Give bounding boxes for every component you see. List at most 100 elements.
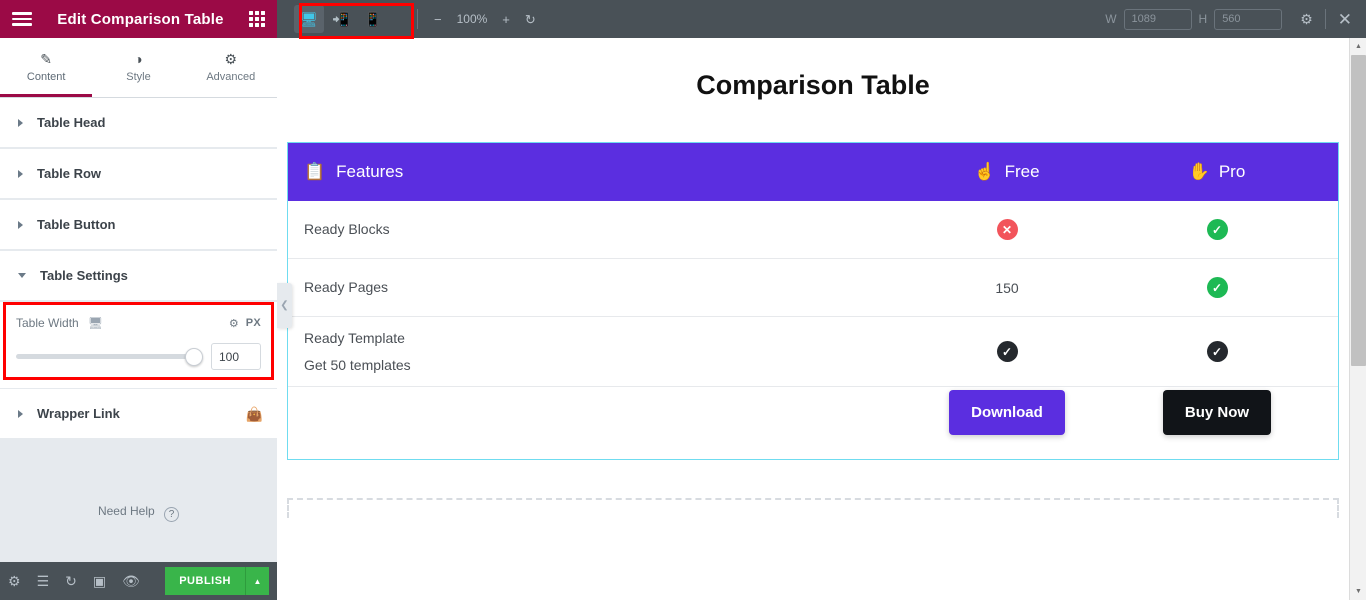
table-header-free: ☝ Free [902, 162, 1112, 182]
contrast-icon: ◑ [134, 52, 142, 66]
row-feature-sublabel: Get 50 templates [304, 352, 902, 379]
download-button[interactable]: Download [949, 390, 1065, 435]
row-pro-cell: ✓ [1112, 341, 1322, 362]
row-free-cell: ✓ [902, 341, 1112, 362]
table-button-row: Download Buy Now [288, 387, 1338, 459]
gear-icon[interactable]: ⚙ [1300, 12, 1313, 26]
scrollbar-thumb[interactable] [1351, 55, 1366, 366]
panel-collapse-handle[interactable]: ❮ [277, 283, 292, 328]
clipboard-list-icon: 📋 [304, 162, 325, 182]
row-feature-label: Ready Template [304, 325, 902, 352]
table-width-label: Table Width [16, 316, 79, 330]
question-circle-icon[interactable]: ? [164, 507, 179, 522]
width-input[interactable]: 1089 [1124, 9, 1192, 30]
tab-style[interactable]: ◑ Style [92, 38, 184, 97]
slider-handle[interactable] [185, 348, 203, 366]
minus-icon[interactable]: − [434, 13, 442, 26]
desktop-icon[interactable]: 🖥 [294, 5, 324, 33]
preview-eye-icon[interactable]: 👁 [122, 574, 140, 588]
chevron-left-icon: ❮ [280, 300, 288, 311]
slider-track [16, 354, 201, 359]
settings-gear-icon[interactable]: ⚙ [8, 574, 21, 588]
publish-group: PUBLISH ▲ [165, 567, 269, 595]
panel-tabs: ✎ Content ◑ Style ⚙ Advanced [0, 38, 277, 98]
table-header-pro: ✋ Pro [1112, 162, 1322, 182]
toolbar-divider [1325, 9, 1326, 29]
row-free-cell: ✕ [902, 219, 1112, 240]
close-x-icon[interactable]: ✕ [1338, 11, 1352, 28]
table-row: Ready Pages 150 ✓ [288, 259, 1338, 317]
section-table-button[interactable]: Table Button [0, 200, 277, 250]
panel-header: Edit Comparison Table [0, 0, 277, 38]
responsive-preview-icon[interactable]: ▣ [93, 574, 106, 588]
table-width-slider[interactable] [16, 348, 201, 366]
buy-now-button[interactable]: Buy Now [1163, 390, 1271, 435]
chevron-right-icon [18, 119, 23, 127]
table-row: Ready Blocks ✕ ✓ [288, 201, 1338, 259]
check-circle-icon: ✓ [1207, 277, 1228, 298]
row-feature-label: Ready Blocks [304, 216, 902, 243]
section-label: Wrapper Link [37, 406, 246, 421]
panel-footer: ⚙ ☰ ↻ ▣ 👁 PUBLISH ▲ [0, 562, 277, 600]
chevron-down-icon [18, 273, 26, 278]
section-label: Table Button [37, 217, 263, 232]
pro-crown-icon: 👜 [246, 407, 263, 421]
tab-advanced[interactable]: ⚙ Advanced [185, 38, 277, 97]
pointing-hand-icon: ☝ [974, 162, 995, 182]
height-input[interactable]: 560 [1214, 9, 1282, 30]
tab-content-label: Content [27, 71, 66, 83]
dynamic-tag-icon[interactable]: ⚙ [229, 317, 239, 330]
grid-apps-icon[interactable] [249, 11, 265, 27]
row-free-cell: 150 [902, 280, 1112, 296]
editor-sidebar-panel: Edit Comparison Table ✎ Content ◑ Style … [0, 0, 277, 600]
zoom-controls: − 100% + ↻ [434, 12, 536, 26]
page-title: Edit Comparison Table [32, 11, 249, 28]
row-feature-block: Ready Template Get 50 templates [304, 325, 902, 378]
comparison-table-widget[interactable]: 📋 Features ☝ Free ✋ Pro Ready Blocks ✕ [287, 142, 1339, 460]
desktop-icon[interactable]: 🖥 [88, 317, 103, 329]
plus-icon[interactable]: + [502, 13, 510, 26]
section-label: Table Head [37, 115, 263, 130]
editor-topbar: 🖥 📲 📱 − 100% + ↻ W 1089 H 560 ⚙ ✕ [277, 0, 1366, 38]
row-pro-cell: ✓ [1112, 277, 1322, 298]
publish-button[interactable]: PUBLISH [165, 567, 245, 595]
section-table-settings[interactable]: Table Settings [0, 251, 277, 301]
need-help[interactable]: Need Help ? [0, 440, 277, 522]
table-header-pro-label: Pro [1219, 162, 1245, 182]
tablet-icon[interactable]: 📲 [326, 5, 356, 33]
row-pro-cell: ✓ [1112, 219, 1322, 240]
table-row: Ready Template Get 50 templates ✓ ✓ [288, 317, 1338, 387]
section-wrapper-link[interactable]: Wrapper Link 👜 [0, 389, 277, 439]
check-circle-dark-icon: ✓ [997, 341, 1018, 362]
check-circle-dark-icon: ✓ [1207, 341, 1228, 362]
table-width-slider-row: 100 [16, 343, 261, 370]
section-table-row[interactable]: Table Row [0, 149, 277, 199]
scroll-down-arrow-icon[interactable]: ▼ [1350, 583, 1366, 600]
elementor-editor: Edit Comparison Table ✎ Content ◑ Style … [0, 0, 1366, 600]
table-header-free-label: Free [1005, 162, 1040, 182]
tab-content[interactable]: ✎ Content [0, 38, 92, 97]
section-label: Table Settings [40, 268, 263, 283]
tab-advanced-label: Advanced [206, 71, 255, 83]
toolbar-divider [417, 9, 418, 29]
chevron-up-icon[interactable]: ▲ [245, 567, 269, 595]
unit-px-toggle[interactable]: PX [246, 317, 261, 329]
cross-circle-icon: ✕ [997, 219, 1018, 240]
chevron-right-icon [18, 170, 23, 178]
mobile-icon[interactable]: 📱 [358, 5, 388, 33]
chevron-right-icon [18, 410, 23, 418]
section-table-head[interactable]: Table Head [0, 98, 277, 148]
scroll-up-arrow-icon[interactable]: ▲ [1350, 38, 1366, 55]
section-label: Table Row [37, 166, 263, 181]
navigator-layers-icon[interactable]: ☰ [37, 574, 50, 588]
table-header-row: 📋 Features ☝ Free ✋ Pro [288, 143, 1338, 201]
check-circle-icon: ✓ [1207, 219, 1228, 240]
reset-rotate-icon[interactable]: ↻ [525, 13, 536, 26]
history-revisions-icon[interactable]: ↻ [65, 574, 77, 588]
hamburger-icon[interactable] [12, 12, 32, 26]
canvas-scrollbar[interactable]: ▲ ▼ [1349, 38, 1366, 600]
empty-section-placeholder[interactable] [287, 498, 1339, 518]
gear-icon: ⚙ [225, 52, 238, 66]
table-width-control: Table Width 🖥 ⚙ PX 100 [0, 302, 277, 388]
table-width-input[interactable]: 100 [211, 343, 261, 370]
